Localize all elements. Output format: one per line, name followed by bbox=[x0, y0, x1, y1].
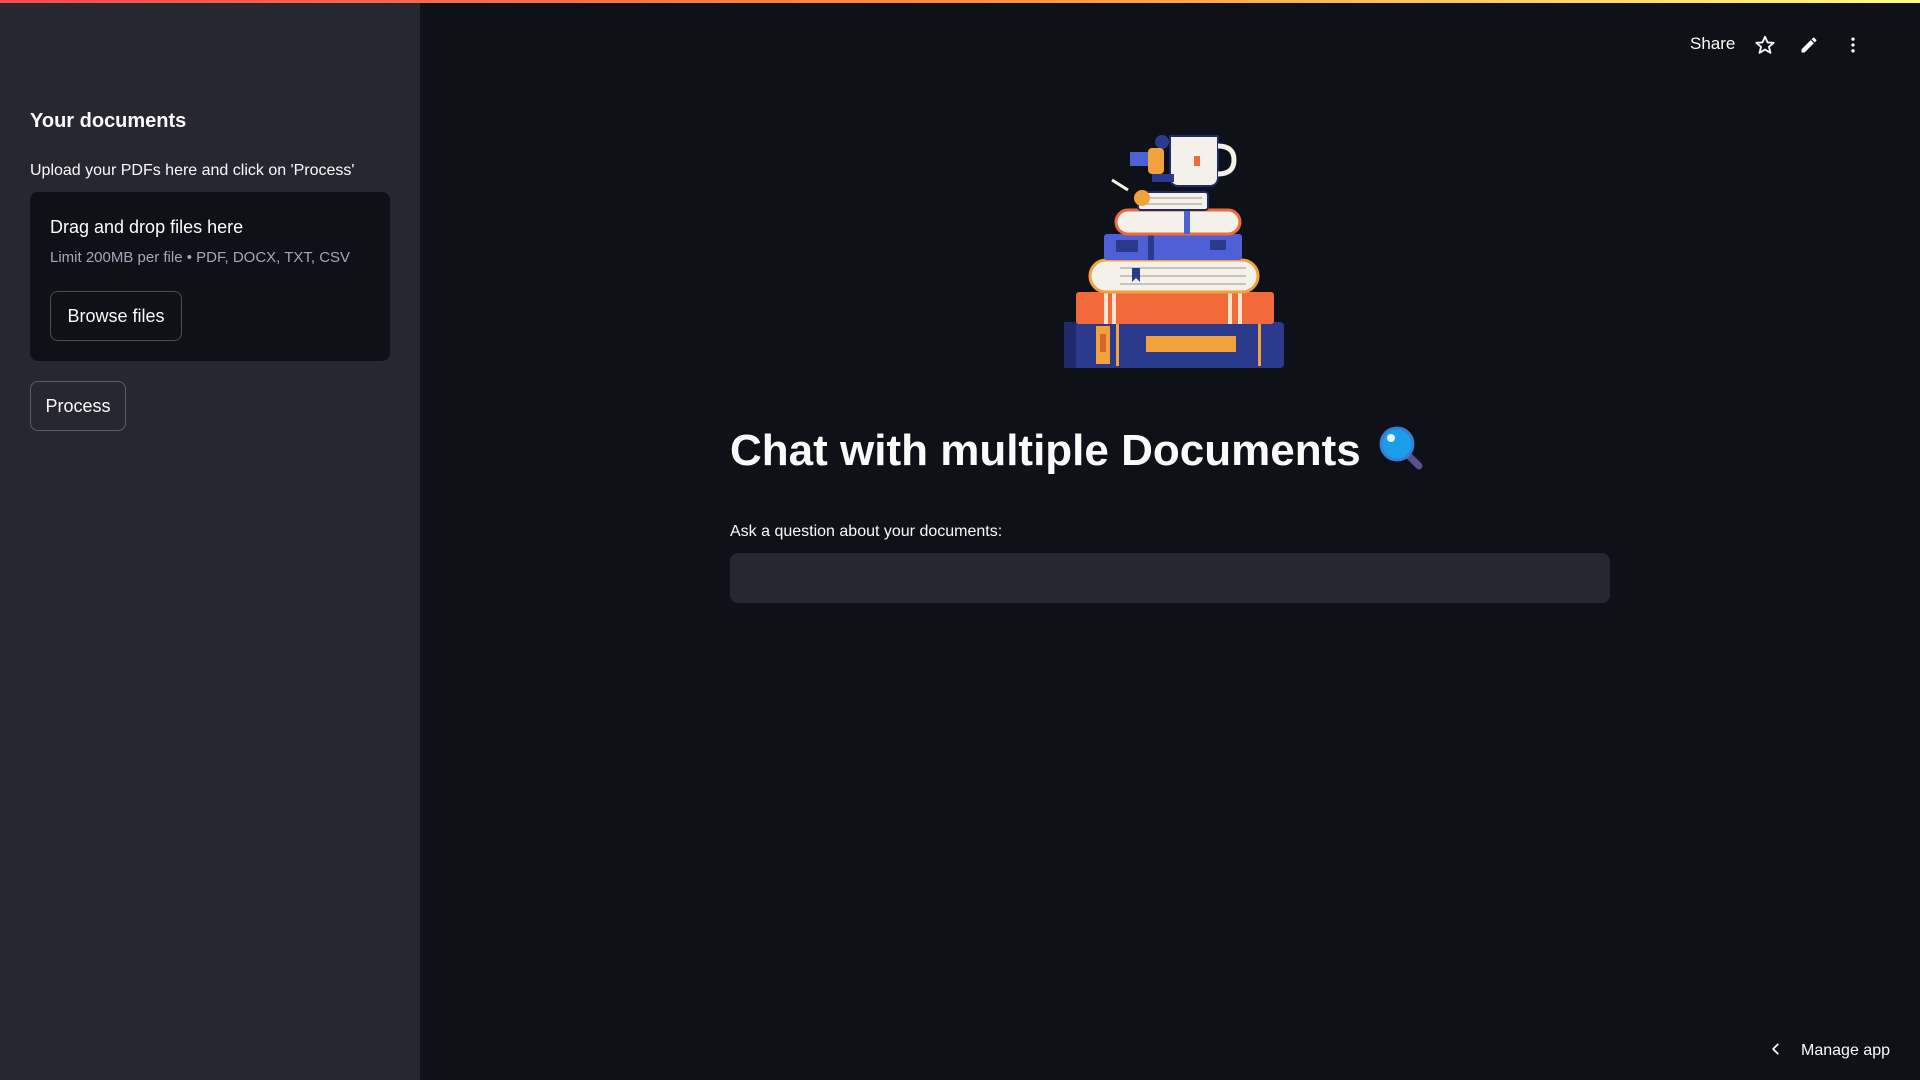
dropzone-limit: Limit 200MB per file • PDF, DOCX, TXT, C… bbox=[50, 249, 351, 266]
page-title-text: Chat with multiple Documents bbox=[730, 426, 1361, 476]
question-label: Ask a question about your documents: bbox=[730, 523, 1003, 540]
upload-hint: Upload your PDFs here and click on 'Proc… bbox=[30, 162, 355, 179]
main-content: Chat with multiple Documents Ask a quest… bbox=[420, 0, 1920, 1080]
process-button[interactable]: Process bbox=[30, 381, 126, 431]
top-decoration-bar bbox=[0, 0, 1920, 3]
browse-files-button[interactable]: Browse files bbox=[50, 291, 182, 341]
file-dropzone[interactable]: Drag and drop files here Limit 200MB per… bbox=[30, 192, 390, 361]
chevron-left-icon bbox=[1769, 1042, 1783, 1061]
manage-app-label: Manage app bbox=[1801, 1042, 1890, 1059]
books-stack-illustration bbox=[1060, 128, 1300, 378]
manage-app-button[interactable]: Manage app bbox=[1769, 1038, 1890, 1064]
question-input[interactable] bbox=[730, 553, 1610, 603]
sidebar: Your documents Upload your PDFs here and… bbox=[0, 0, 420, 1080]
dropzone-title: Drag and drop files here bbox=[50, 217, 244, 237]
page-title: Chat with multiple Documents bbox=[730, 424, 1425, 483]
sidebar-heading: Your documents bbox=[30, 110, 187, 132]
magnifying-glass-icon bbox=[1377, 424, 1425, 483]
